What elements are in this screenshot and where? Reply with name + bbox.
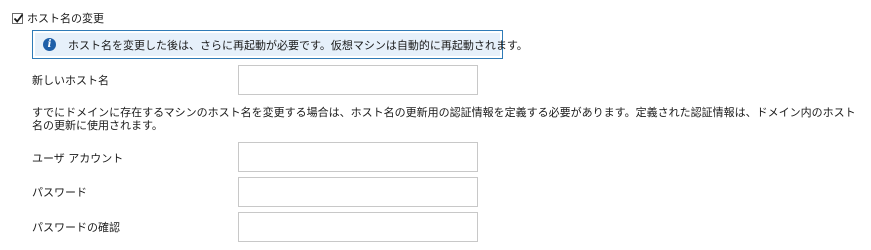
info-icon: i: [43, 38, 56, 51]
password-confirm-label: パスワードの確認: [32, 221, 120, 234]
change-hostname-checkbox[interactable]: [12, 12, 24, 24]
change-hostname-label: ホスト名の変更: [27, 12, 104, 25]
new-hostname-input[interactable]: [238, 65, 478, 95]
user-account-label: ユーザ アカウント: [32, 152, 124, 165]
password-confirm-input[interactable]: [238, 212, 478, 242]
credentials-description: すでにドメインに存在するマシンのホスト名を変更する場合は、ホスト名の更新用の認証…: [32, 106, 856, 132]
restart-info-content: i ホスト名を変更した後は、さらに再起動が必要です。仮想マシンは自動的に再起動さ…: [35, 33, 528, 56]
restart-info-message: ホスト名を変更した後は、さらに再起動が必要です。仮想マシンは自動的に再起動されま…: [68, 38, 528, 52]
password-label: パスワード: [32, 186, 87, 199]
new-hostname-label: 新しいホスト名: [32, 74, 109, 87]
restart-info-box: i ホスト名を変更した後は、さらに再起動が必要です。仮想マシンは自動的に再起動さ…: [32, 30, 528, 59]
checkmark-icon: [13, 13, 24, 23]
user-account-input[interactable]: [238, 142, 478, 172]
password-input[interactable]: [238, 177, 478, 207]
change-hostname-row[interactable]: ホスト名の変更: [12, 9, 104, 27]
